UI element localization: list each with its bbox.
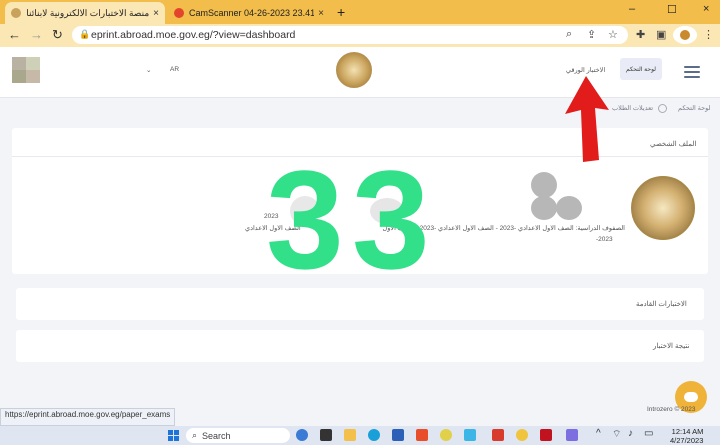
- minimize-button[interactable]: –: [629, 3, 635, 15]
- ministry-emblem-logo: [336, 52, 372, 88]
- site-favicon-icon: [11, 8, 21, 18]
- camscanner-favicon-icon: [174, 8, 184, 18]
- language-switch[interactable]: AR: [170, 66, 179, 73]
- forward-icon[interactable]: →: [30, 27, 43, 42]
- tab-title: CamScanner 04-26-2023 23.41: [189, 8, 315, 18]
- bing-icon[interactable]: [296, 429, 308, 441]
- app-icon[interactable]: [566, 429, 578, 441]
- back-icon[interactable]: ←: [8, 27, 21, 42]
- app-icon[interactable]: [492, 429, 504, 441]
- extensions-icon[interactable]: ✚: [636, 28, 645, 41]
- new-tab-button[interactable]: +: [337, 4, 345, 20]
- user-logo[interactable]: [12, 57, 40, 83]
- hamburger-menu-icon[interactable]: [684, 63, 700, 81]
- chrome-icon[interactable]: [440, 429, 452, 441]
- side-panel-icon[interactable]: ▣: [656, 28, 666, 41]
- file-explorer-icon[interactable]: [344, 429, 356, 441]
- close-tab-icon[interactable]: ×: [318, 8, 324, 19]
- breadcrumb-home[interactable]: لوحة التحكم: [678, 104, 711, 112]
- upcoming-exams-title[interactable]: الاختبارات القادمة: [636, 300, 687, 308]
- profile-emblem-logo: [631, 176, 695, 240]
- app-icon[interactable]: [416, 429, 428, 441]
- app-icon[interactable]: [464, 429, 476, 441]
- tab-exams-platform[interactable]: منصة الاختبارات الالكترونية لابنائنا ه ×: [5, 2, 165, 24]
- taskbar-search[interactable]: ⌕ Search: [186, 428, 290, 443]
- profile-placeholder-shape: [531, 172, 557, 198]
- tab-title: منصة الاختبارات الالكترونية لابنائنا ه: [26, 7, 150, 18]
- chrome-icon[interactable]: [516, 429, 528, 441]
- language-dropdown-icon[interactable]: ⌄: [146, 66, 151, 74]
- taskbar-clock[interactable]: 12:14 AM 4/27/2023: [670, 427, 703, 445]
- status-bar-url: https://eprint.abroad.moe.gov.eg/paper_e…: [0, 408, 176, 426]
- zoom-icon[interactable]: ⌕: [566, 28, 572, 41]
- battery-icon[interactable]: ▭: [644, 428, 653, 439]
- overlay-number: 33: [266, 141, 438, 298]
- close-window-button[interactable]: ×: [703, 3, 709, 15]
- system-tray-chevron-icon[interactable]: ^: [596, 428, 601, 439]
- profile-classes-year: -2023: [596, 236, 613, 243]
- volume-icon[interactable]: ♪: [628, 428, 633, 439]
- reload-icon[interactable]: ↻: [52, 27, 63, 43]
- task-view-icon[interactable]: [320, 429, 332, 441]
- maximize-button[interactable]: ☐: [667, 3, 677, 16]
- clock-date: 4/27/2023: [670, 436, 704, 445]
- avatar-icon: [680, 30, 690, 40]
- share-icon[interactable]: ⇪: [587, 28, 596, 41]
- search-icon: ⌕: [192, 430, 198, 440]
- store-icon[interactable]: [392, 429, 404, 441]
- windows-start-icon[interactable]: [168, 430, 179, 441]
- acrobat-icon[interactable]: [540, 429, 552, 441]
- edge-icon[interactable]: [368, 429, 380, 441]
- close-tab-icon[interactable]: ×: [153, 8, 159, 19]
- profile-placeholder-shape: [556, 196, 582, 220]
- wifi-icon[interactable]: ⌔: [612, 428, 621, 441]
- url-text[interactable]: eprint.abroad.moe.gov.eg/?view=dashboard: [91, 29, 295, 41]
- exam-result-title[interactable]: نتيجة الاختبار: [653, 342, 689, 350]
- profile-placeholder-shape: [531, 196, 557, 220]
- browser-menu-icon[interactable]: ⋮: [703, 28, 714, 41]
- footer-copyright: Introzero © 2023: [647, 406, 696, 413]
- site-info-icon[interactable]: 🔒: [79, 29, 90, 40]
- red-arrow-annotation: [565, 76, 609, 162]
- taskbar-search-placeholder: Search: [202, 430, 231, 441]
- tab-camscanner[interactable]: CamScanner 04-26-2023 23.41 ×: [168, 2, 330, 24]
- breadcrumb-separator-icon: [658, 104, 667, 113]
- exam-result-card[interactable]: [16, 330, 704, 362]
- bookmark-star-icon[interactable]: ☆: [608, 28, 618, 41]
- dashboard-button[interactable]: لوحة التحكم: [620, 58, 662, 80]
- profile-card-title: الملف الشخصي: [650, 141, 697, 148]
- clock-time: 12:14 AM: [671, 427, 704, 436]
- chat-icon: [684, 392, 698, 402]
- profile-avatar[interactable]: [673, 26, 697, 44]
